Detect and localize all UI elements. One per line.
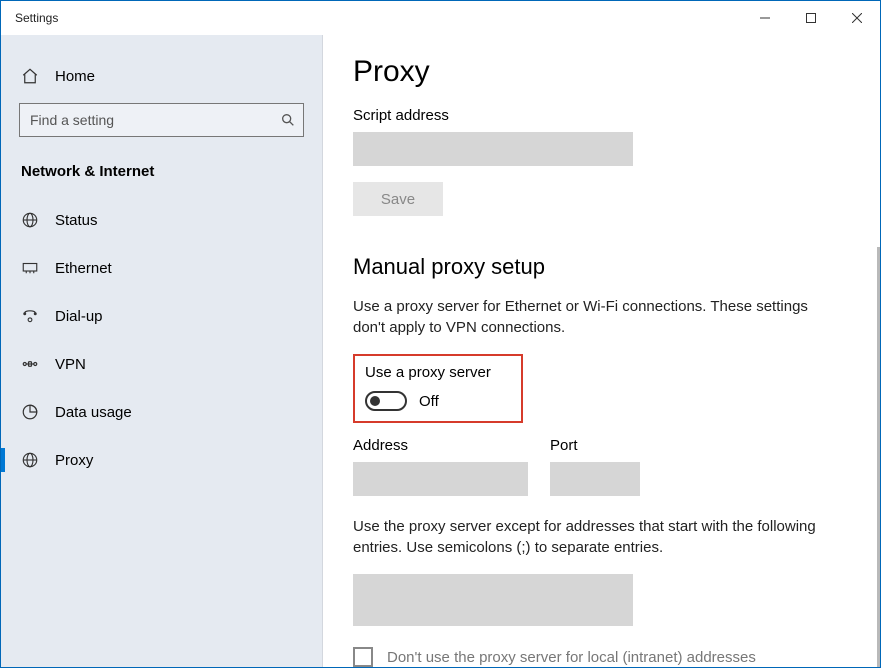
port-label: Port — [550, 437, 640, 454]
maximize-button[interactable] — [788, 1, 834, 35]
vpn-icon — [21, 355, 39, 373]
home-label: Home — [55, 68, 95, 85]
sidebar-item-status[interactable]: Status — [1, 196, 322, 244]
exceptions-intro: Use the proxy server except for addresse… — [353, 516, 823, 558]
port-input[interactable] — [550, 462, 640, 496]
proxy-icon — [21, 451, 39, 469]
window-title: Settings — [15, 11, 58, 25]
manual-intro-text: Use a proxy server for Ethernet or Wi-Fi… — [353, 296, 823, 338]
address-label: Address — [353, 437, 528, 454]
sidebar-item-label: VPN — [55, 356, 86, 373]
search-icon — [280, 112, 296, 128]
sidebar-item-label: Ethernet — [55, 260, 112, 277]
maximize-icon — [806, 13, 816, 23]
script-address-input[interactable] — [353, 132, 633, 166]
settings-window: Settings Home — [0, 0, 881, 668]
page-title: Proxy — [353, 55, 850, 89]
address-col: Address — [353, 437, 528, 496]
address-port-row: Address Port — [353, 437, 850, 496]
data-usage-icon — [21, 403, 39, 421]
use-proxy-toggle[interactable] — [365, 391, 407, 411]
home-icon — [21, 67, 39, 85]
use-proxy-label: Use a proxy server — [365, 364, 511, 381]
use-proxy-toggle-row: Off — [365, 391, 511, 411]
sidebar-item-label: Data usage — [55, 404, 132, 421]
close-icon — [852, 13, 862, 23]
exceptions-input[interactable] — [353, 574, 633, 626]
toggle-knob-icon — [370, 396, 380, 406]
sidebar-item-proxy[interactable]: Proxy — [1, 436, 322, 484]
search-input[interactable] — [19, 103, 304, 137]
use-proxy-state: Off — [419, 393, 439, 410]
content-row: Home Network & Internet Status Ether — [1, 35, 880, 667]
dialup-icon — [21, 307, 39, 325]
sidebar-item-ethernet[interactable]: Ethernet — [1, 244, 322, 292]
sidebar-item-label: Dial-up — [55, 308, 103, 325]
minimize-button[interactable] — [742, 1, 788, 35]
titlebar: Settings — [1, 1, 880, 35]
bypass-local-checkbox[interactable] — [353, 647, 373, 667]
globe-icon — [21, 211, 39, 229]
ethernet-icon — [21, 259, 39, 277]
sidebar-item-label: Proxy — [55, 452, 93, 469]
save-button[interactable]: Save — [353, 182, 443, 216]
bypass-local-label: Don't use the proxy server for local (in… — [387, 649, 756, 666]
search-wrap — [19, 103, 304, 137]
bypass-local-row: Don't use the proxy server for local (in… — [353, 647, 850, 667]
close-button[interactable] — [834, 1, 880, 35]
window-buttons — [742, 1, 880, 35]
use-proxy-highlight: Use a proxy server Off — [353, 354, 523, 423]
sidebar-item-vpn[interactable]: VPN — [1, 340, 322, 388]
sidebar-item-datausage[interactable]: Data usage — [1, 388, 322, 436]
script-address-label: Script address — [353, 107, 850, 124]
address-input[interactable] — [353, 462, 528, 496]
port-col: Port — [550, 437, 640, 496]
sidebar-item-dialup[interactable]: Dial-up — [1, 292, 322, 340]
home-nav[interactable]: Home — [1, 57, 322, 103]
sidebar-section-header: Network & Internet — [1, 157, 322, 196]
minimize-icon — [760, 13, 770, 23]
manual-section-title: Manual proxy setup — [353, 254, 850, 280]
sidebar-item-label: Status — [55, 212, 98, 229]
sidebar: Home Network & Internet Status Ether — [1, 35, 323, 667]
scrollbar[interactable] — [877, 247, 880, 667]
main-content: Proxy Script address Save Manual proxy s… — [323, 35, 880, 667]
